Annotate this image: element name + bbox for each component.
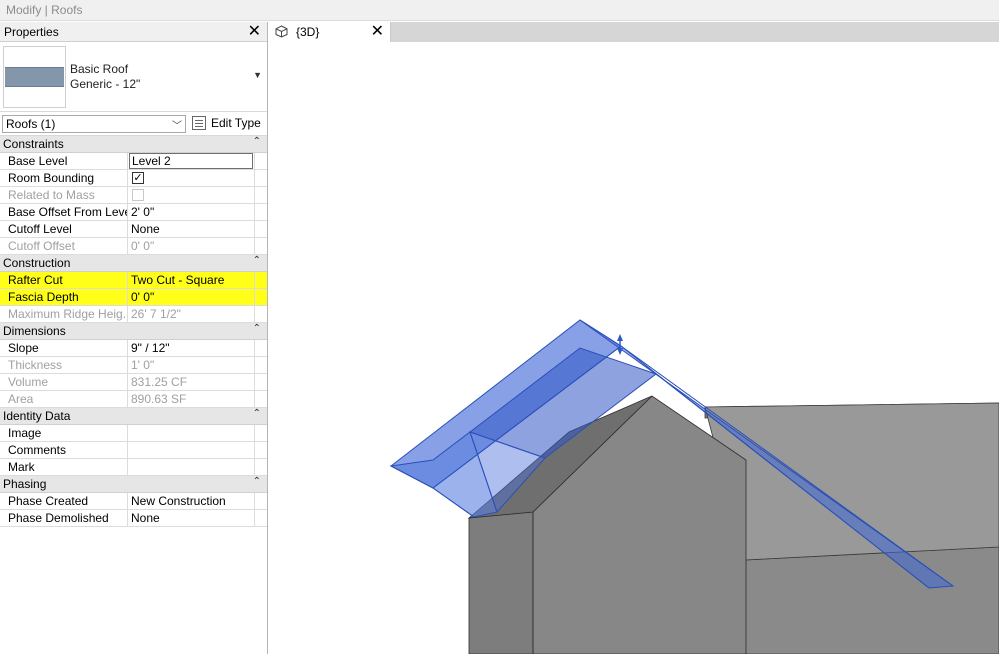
collapse-icon[interactable]: ⌃ <box>253 408 261 419</box>
prop-row-fascia-depth[interactable]: Fascia Depth 0' 0" <box>0 289 518 306</box>
instance-filter-label: Roofs (1) <box>6 117 56 131</box>
group-construction[interactable]: Construction ⌃ <box>0 255 267 272</box>
prop-row-related-to-mass: Related to Mass <box>0 187 267 204</box>
edit-type-button[interactable]: Edit Type <box>190 114 264 134</box>
type-name-label: Generic - 12" <box>70 77 141 91</box>
collapse-icon[interactable]: ⌃ <box>253 323 261 334</box>
prop-row-image[interactable]: Image <box>0 425 267 442</box>
prop-row-comments[interactable]: Comments <box>0 442 267 459</box>
group-identity-data[interactable]: Identity Data ⌃ <box>0 408 267 425</box>
3d-view-icon <box>275 25 288 38</box>
close-icon[interactable]: ✕ <box>371 22 384 42</box>
close-icon[interactable]: ✕ <box>248 22 261 42</box>
collapse-icon[interactable]: ⌃ <box>253 476 261 487</box>
prop-row-slope[interactable]: Slope 9" / 12" <box>0 340 267 357</box>
back-wing-face <box>744 546 999 654</box>
group-dimensions[interactable]: Dimensions ⌃ <box>0 323 267 340</box>
3d-viewport[interactable] <box>269 42 999 654</box>
prop-row-max-ridge-height: Maximum Ridge Heig... 26' 7 1/2" <box>0 306 267 323</box>
prop-row-base-level[interactable]: Base Level Level 2 <box>0 153 267 170</box>
view-tab-strip: {3D} ✕ <box>269 22 999 42</box>
properties-palette: Properties ✕ Basic Roof Generic - 12" ▼ … <box>0 22 518 654</box>
prop-row-base-offset[interactable]: Base Offset From Level 2' 0" <box>0 204 267 221</box>
prop-row-area: Area 890.63 SF <box>0 391 267 408</box>
type-family-label: Basic Roof <box>70 62 129 76</box>
edit-type-icon <box>192 116 206 130</box>
properties-title: Properties <box>4 25 59 39</box>
properties-grid: Constraints ⌃ Base Level Level 2 Room Bo… <box>0 136 518 527</box>
prop-row-thickness: Thickness 1' 0" <box>0 357 267 374</box>
instance-filter-dropdown[interactable]: Roofs (1) ﹀ <box>2 115 186 133</box>
prop-row-cutoff-offset: Cutoff Offset 0' 0" <box>0 238 267 255</box>
edit-type-label: Edit Type <box>211 116 261 130</box>
collapse-icon[interactable]: ⌃ <box>253 255 261 266</box>
gable-left-face <box>468 511 534 654</box>
tab-3d-view[interactable]: {3D} ✕ <box>269 22 391 42</box>
prop-row-cutoff-level[interactable]: Cutoff Level None <box>0 221 267 238</box>
roof-type-thumbnail <box>3 46 66 108</box>
prop-row-phase-demolished[interactable]: Phase Demolished None <box>0 510 267 527</box>
title-bar: Modify | Roofs <box>0 0 999 21</box>
prop-row-phase-created[interactable]: Phase Created New Construction <box>0 493 267 510</box>
room-bounding-checkbox[interactable]: ✓ <box>132 172 144 184</box>
caret-down-icon[interactable]: ▼ <box>253 70 262 80</box>
tab-3d-label: {3D} <box>296 25 320 39</box>
group-phasing[interactable]: Phasing ⌃ <box>0 476 267 493</box>
group-constraints[interactable]: Constraints ⌃ <box>0 136 267 153</box>
prop-row-volume: Volume 831.25 CF <box>0 374 267 391</box>
collapse-icon[interactable]: ⌃ <box>253 136 261 147</box>
related-to-mass-checkbox <box>132 189 144 201</box>
base-level-field[interactable]: Level 2 <box>129 153 253 169</box>
prop-row-room-bounding[interactable]: Room Bounding ✓ <box>0 170 267 187</box>
back-wing-side <box>704 402 999 561</box>
3d-model-canvas[interactable] <box>269 42 999 654</box>
prop-row-mark[interactable]: Mark <box>0 459 267 476</box>
type-selector[interactable]: Basic Roof Generic - 12" ▼ <box>0 42 267 112</box>
chevron-down-icon: ﹀ <box>172 121 182 132</box>
instance-row: Roofs (1) ﹀ Edit Type <box>0 112 267 136</box>
prop-row-rafter-cut[interactable]: Rafter Cut Two Cut - Square <box>0 272 267 289</box>
properties-header: Properties ✕ <box>0 22 267 42</box>
window-title: Modify | Roofs <box>6 3 83 17</box>
